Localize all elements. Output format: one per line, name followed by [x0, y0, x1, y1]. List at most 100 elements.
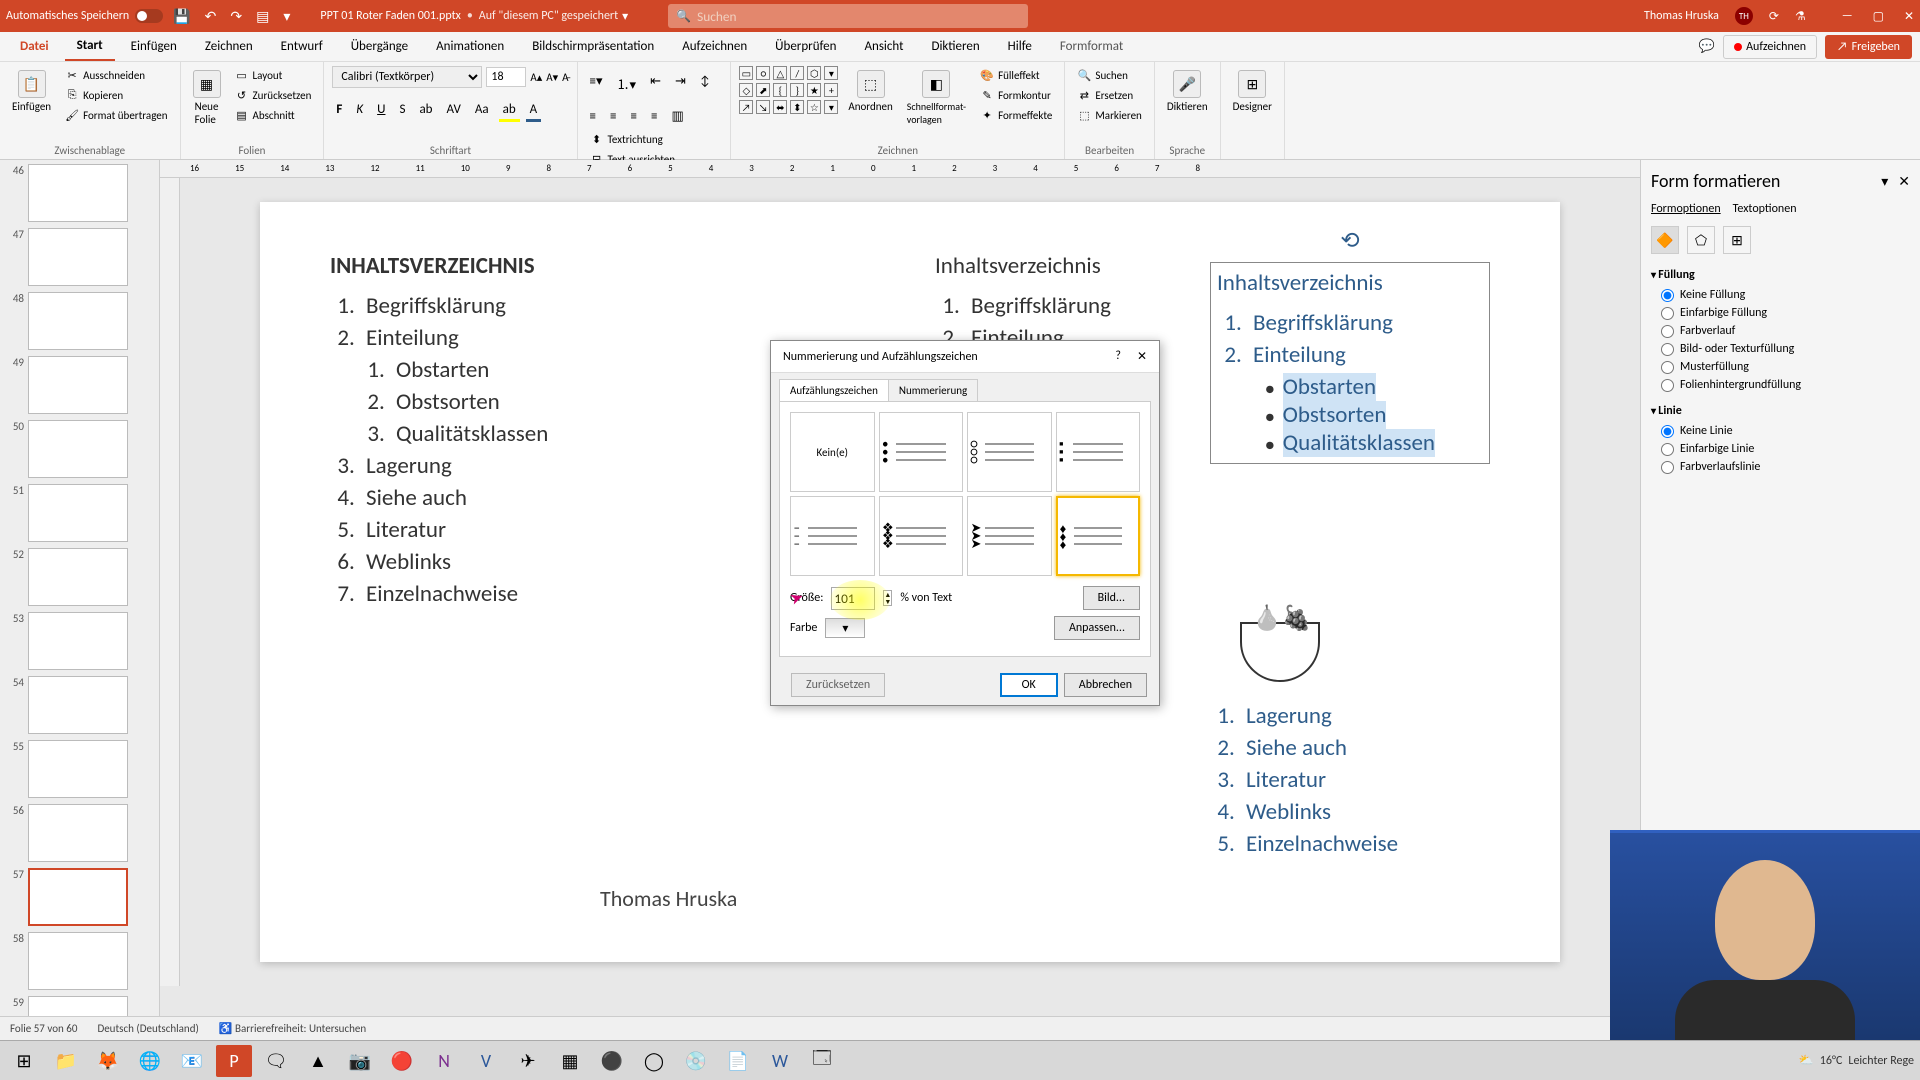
reset-button[interactable]: ↺Zurücksetzen — [231, 86, 316, 104]
case-button[interactable]: Aa — [471, 100, 493, 122]
app-icon[interactable]: 🗨 — [258, 1045, 294, 1077]
align-right-button[interactable]: ≡ — [627, 107, 641, 126]
shapes-gallery[interactable]: ▭○△/⬡▾ ◇⬈{}★+ ↗↘⬌⬍☆▾ — [739, 66, 838, 114]
slide-thumbnail[interactable] — [28, 676, 128, 734]
fill-opt-gradient[interactable]: Farbverlauf — [1651, 324, 1910, 338]
clear-format-icon[interactable]: A̶ — [562, 71, 568, 84]
app-icon[interactable]: 📷 — [342, 1045, 378, 1077]
fill-tab-icon[interactable]: 🔶 — [1651, 226, 1679, 254]
highlight-button[interactable]: ab — [499, 100, 520, 122]
autosave-toggle[interactable] — [135, 9, 163, 23]
slide-thumbnail[interactable] — [28, 868, 128, 926]
bullet-square[interactable] — [1056, 412, 1141, 492]
app-icon[interactable]: 🗔 — [804, 1045, 840, 1077]
slideshow-icon[interactable]: ▤ — [256, 8, 269, 25]
vlc-icon[interactable]: ▲ — [300, 1045, 336, 1077]
tab-draw[interactable]: Zeichnen — [193, 33, 265, 60]
paste-button[interactable]: 📋Einfügen — [8, 66, 55, 117]
slide-counter[interactable]: Folie 57 von 60 — [10, 1022, 77, 1035]
explorer-icon[interactable]: 📁 — [48, 1045, 84, 1077]
quick-styles-button[interactable]: ◧Schnellformat- vorlagen — [903, 66, 970, 130]
help-icon[interactable]: ? — [1115, 349, 1121, 364]
fill-opt-pattern[interactable]: Musterfüllung — [1651, 360, 1910, 374]
share-button[interactable]: ↗Freigeben — [1825, 35, 1912, 59]
cancel-button[interactable]: Abbrechen — [1064, 673, 1147, 697]
fill-opt-picture[interactable]: Bild- oder Texturfüllung — [1651, 342, 1910, 356]
search-input[interactable] — [697, 8, 1020, 25]
tab-text-options[interactable]: Textoptionen — [1733, 202, 1797, 216]
bold-button[interactable]: F — [332, 100, 346, 122]
columns-button[interactable]: ▥ — [667, 107, 687, 126]
slide-thumbnail-panel[interactable]: 4647484950515253545556575859 — [0, 160, 160, 1016]
line-opt-none[interactable]: Keine Linie — [1651, 424, 1910, 438]
bullet-dash[interactable] — [790, 496, 875, 576]
tab-animations[interactable]: Animationen — [424, 33, 516, 60]
new-slide-button[interactable]: ▦Neue Folie — [189, 66, 225, 130]
align-center-button[interactable]: ≡ — [606, 107, 620, 126]
tab-dictate[interactable]: Diktieren — [919, 33, 991, 60]
fill-opt-solid[interactable]: Einfarbige Füllung — [1651, 306, 1910, 320]
effects-tab-icon[interactable]: ⬠ — [1687, 226, 1715, 254]
tab-transitions[interactable]: Übergänge — [339, 33, 420, 60]
dictate-button[interactable]: 🎤Diktieren — [1163, 66, 1212, 117]
size-tab-icon[interactable]: ⊞ — [1723, 226, 1751, 254]
tab-file[interactable]: Datei — [8, 33, 61, 60]
shadow-button[interactable]: ab — [415, 100, 436, 122]
slide-thumbnail[interactable] — [28, 612, 128, 670]
sync-icon[interactable]: ⟳ — [1769, 9, 1779, 24]
italic-button[interactable]: K — [352, 100, 367, 122]
format-painter-button[interactable]: 🖌Format übertragen — [61, 106, 171, 124]
picture-button[interactable]: Bild... — [1083, 586, 1140, 610]
reset-button[interactable]: Zurücksetzen — [791, 673, 885, 697]
cut-button[interactable]: ✂Ausschneiden — [61, 66, 171, 84]
app-icon[interactable]: ▦ — [552, 1045, 588, 1077]
avatar[interactable]: TH — [1735, 7, 1753, 25]
slide-thumbnail[interactable] — [28, 420, 128, 478]
underline-button[interactable]: U — [373, 100, 389, 122]
fill-button[interactable]: 🎨Fülleffekt — [976, 66, 1056, 84]
tab-help[interactable]: Hilfe — [996, 33, 1044, 60]
find-button[interactable]: 🔍Suchen — [1073, 66, 1145, 84]
tab-insert[interactable]: Einfügen — [119, 33, 189, 60]
layout-button[interactable]: ▭Layout — [231, 66, 316, 84]
slide-thumbnail[interactable] — [28, 548, 128, 606]
obs-icon[interactable]: ⚫ — [594, 1045, 630, 1077]
chevron-down-icon[interactable]: ▾ — [622, 9, 628, 24]
font-color-button[interactable]: A — [526, 100, 542, 122]
fill-opt-slidebg[interactable]: Folienhintergrundfüllung — [1651, 378, 1910, 392]
word-icon[interactable]: W — [762, 1045, 798, 1077]
rotate-handle-icon[interactable]: ⟲ — [1340, 227, 1359, 255]
redo-icon[interactable]: ↷ — [230, 8, 242, 25]
bullet-none[interactable]: Kein(e) — [790, 412, 875, 492]
numbering-button[interactable]: ⒈▾ — [613, 72, 641, 95]
start-button[interactable]: ⊞ — [6, 1045, 42, 1077]
slide-thumbnail[interactable] — [28, 932, 128, 990]
comments-icon[interactable]: 💬 — [1699, 39, 1715, 54]
char-spacing-button[interactable]: AV — [443, 100, 465, 122]
app-icon[interactable]: 🔴 — [384, 1045, 420, 1077]
indent-inc-button[interactable]: ⇥ — [671, 72, 690, 95]
record-button[interactable]: Aufzeichnen — [1723, 35, 1817, 59]
section-button[interactable]: ▤Abschnitt — [231, 106, 316, 124]
slide-thumbnail[interactable] — [28, 740, 128, 798]
tab-view[interactable]: Ansicht — [852, 33, 915, 60]
tab-design[interactable]: Entwurf — [269, 33, 335, 60]
chevron-down-icon[interactable]: ▾ — [283, 8, 290, 25]
select-button[interactable]: ⬚Markieren — [1073, 106, 1145, 124]
app-icon[interactable]: 📄 — [720, 1045, 756, 1077]
tab-shape-format[interactable]: Formformat — [1048, 33, 1135, 60]
strike-button[interactable]: S — [395, 100, 409, 122]
chrome-icon[interactable]: 🌐 — [132, 1045, 168, 1077]
accessibility-indicator[interactable]: ♿ Barrierefreiheit: Untersuchen — [219, 1022, 366, 1035]
fill-section[interactable]: Füllung — [1651, 268, 1910, 282]
bullet-checkmark[interactable] — [1056, 496, 1141, 576]
decrease-font-icon[interactable]: A▾ — [546, 71, 558, 84]
increase-font-icon[interactable]: A▴ — [530, 71, 542, 84]
maximize-icon[interactable]: ▢ — [1873, 9, 1884, 24]
align-left-button[interactable]: ≡ — [586, 107, 600, 126]
bullets-button[interactable]: ≡▾ — [586, 72, 607, 95]
tab-numbering[interactable]: Nummerierung — [889, 379, 978, 401]
slide-thumbnail[interactable] — [28, 996, 128, 1016]
color-picker[interactable]: ▾ — [825, 618, 865, 638]
customize-button[interactable]: Anpassen... — [1054, 616, 1140, 640]
